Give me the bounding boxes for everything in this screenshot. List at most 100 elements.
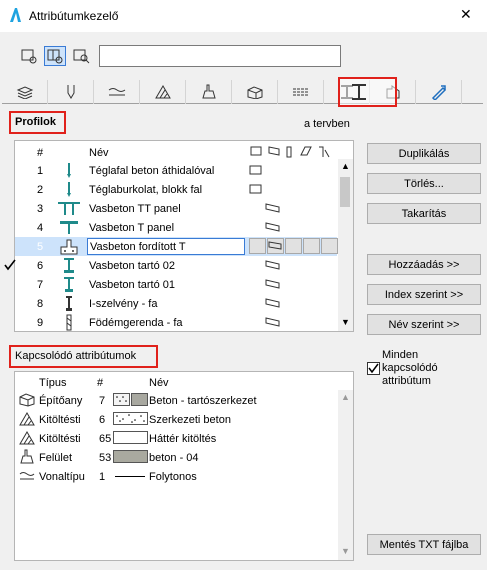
profile-name: Födémgerenda - fa <box>89 316 183 329</box>
delete-button[interactable]: Törlés... <box>367 173 481 194</box>
all-related-checkbox[interactable] <box>367 362 380 375</box>
attribute-name: Folytonos <box>149 470 197 483</box>
scroll-down-icon[interactable]: ▼ <box>341 317 350 327</box>
close-icon[interactable]: ✕ <box>460 6 472 23</box>
tab-zones[interactable] <box>278 80 324 104</box>
related-row[interactable]: Felület 53 beton - 04 <box>15 448 337 467</box>
surface-icon <box>201 84 216 99</box>
profile-name: Vasbeton tartó 01 <box>89 278 176 291</box>
search-input[interactable] <box>99 45 341 67</box>
tab-layers[interactable] <box>2 80 48 104</box>
in-plan-cell[interactable] <box>303 238 320 254</box>
attribute-type: Építőany <box>39 394 83 407</box>
scroll-up-icon[interactable]: ▲ <box>341 392 350 402</box>
scroll-down-icon[interactable]: ▼ <box>341 546 350 556</box>
row-number: 1 <box>37 164 44 177</box>
dots-pattern <box>116 396 127 402</box>
tab-fills[interactable] <box>140 80 186 104</box>
in-plan-cell[interactable] <box>249 238 266 254</box>
tab-line-types[interactable] <box>94 80 140 104</box>
attribute-name: Beton - tartószerkezet <box>149 394 257 407</box>
list-view-button[interactable] <box>18 46 40 66</box>
dots-pattern <box>116 414 145 423</box>
fill-icon <box>19 412 35 426</box>
profiles-scrollbar[interactable]: ▲ ▼ <box>338 159 353 331</box>
profile-row[interactable]: 1 Téglafal beton áthidalóval <box>15 161 337 180</box>
scroll-up-icon[interactable]: ▲ <box>341 161 350 171</box>
attribute-name: Háttér kitöltés <box>149 432 217 445</box>
column-header-num[interactable]: # <box>37 147 43 159</box>
profile-row-selected[interactable]: 5 Vasbeton fordított T <box>15 237 338 256</box>
attribute-number: 1 <box>99 470 106 483</box>
profile-shape-icon <box>66 314 72 331</box>
scroll-thumb[interactable] <box>340 177 350 207</box>
attribute-type: Kitöltésti <box>39 432 81 445</box>
attribute-type: Kitöltésti <box>39 413 81 426</box>
zone-icon <box>292 88 309 96</box>
cleanup-button[interactable]: Takarítás <box>367 203 481 224</box>
add-button[interactable]: Hozzáadás >> <box>367 254 481 275</box>
related-attributes-list[interactable]: Típus # Név Építőany 7 Beton - tartószer… <box>14 371 354 561</box>
surface-icon <box>20 449 34 464</box>
beam-element-icon <box>265 317 280 327</box>
profile-shape-icon <box>60 239 78 255</box>
profile-row[interactable]: 2 Téglaburkolat, blokk fal <box>15 180 337 199</box>
related-row[interactable]: Vonaltípu 1 Folytonos <box>15 467 337 486</box>
profile-shape-icon <box>60 221 78 234</box>
related-row[interactable]: Építőany 7 Beton - tartószerkezet <box>15 391 337 410</box>
attribute-name: Szerkezeti beton <box>149 413 231 426</box>
search-view-button[interactable] <box>70 46 92 66</box>
grid-view-icon <box>47 49 63 64</box>
profile-name: Téglaburkolat, blokk fal <box>89 183 203 196</box>
tab-surfaces[interactable] <box>186 80 232 104</box>
in-plan-element-icons <box>250 146 330 158</box>
profile-row[interactable]: 8 I-szelvény - fa <box>15 294 337 313</box>
in-plan-cell[interactable] <box>285 238 302 254</box>
grid-view-button[interactable] <box>44 46 66 66</box>
column-header-name[interactable]: Név <box>149 377 169 389</box>
fill-pattern-swatch <box>113 393 130 406</box>
all-related-label[interactable]: Minden kapcsolódó attribútum <box>382 349 472 388</box>
related-row[interactable]: Kitöltésti 6 Szerkezeti beton <box>15 410 337 429</box>
save-txt-button[interactable]: Mentés TXT fájlba <box>367 534 481 555</box>
profile-row[interactable]: 9 Födémgerenda - fa <box>15 313 337 332</box>
row-number: 6 <box>37 259 44 272</box>
column-header-name[interactable]: Név <box>89 147 109 159</box>
row-number: 9 <box>37 316 44 329</box>
profiles-list[interactable]: # Név 1 Téglafal beton áthidalóval 2 Tég… <box>4 140 354 333</box>
related-scrollbar[interactable]: ▲ ▼ <box>338 390 353 560</box>
in-plan-label: a tervben <box>304 118 350 130</box>
beam-element-icon <box>265 260 280 270</box>
tab-renovation[interactable] <box>416 80 462 104</box>
column-header-num[interactable]: # <box>97 377 103 389</box>
in-plan-cell[interactable] <box>267 238 284 254</box>
profile-shape-icon <box>64 258 74 273</box>
renovation-icon <box>431 85 446 100</box>
profile-shape-icon <box>66 296 72 311</box>
tab-pens[interactable] <box>48 80 94 104</box>
duplicate-button[interactable]: Duplikálás <box>367 143 481 164</box>
profiles-rows: 1 Téglafal beton áthidalóval 2 Téglaburk… <box>4 159 338 333</box>
beam-element-icon <box>268 241 282 250</box>
profile-row[interactable]: 3 Vasbeton TT panel <box>15 199 337 218</box>
archicad-app-icon <box>10 8 21 22</box>
profile-row[interactable]: 6 Vasbeton tartó 02 <box>4 256 337 275</box>
profile-tab-icon <box>352 84 366 100</box>
related-row[interactable]: Kitöltésti 65 Háttér kitöltés <box>15 429 337 448</box>
sort-by-name-button[interactable]: Név szerint >> <box>367 314 481 335</box>
profile-name-editor[interactable]: Vasbeton fordított T <box>87 238 245 255</box>
line-type-icon <box>108 88 125 96</box>
tab-building-materials[interactable] <box>232 80 278 104</box>
sort-by-index-button[interactable]: Index szerint >> <box>367 284 481 305</box>
column-header-type[interactable]: Típus <box>39 377 67 389</box>
profile-shape-icon <box>67 182 71 197</box>
wall-element-icon <box>249 165 262 175</box>
profile-row[interactable]: 4 Vasbeton T panel <box>15 218 337 237</box>
beam-element-icon <box>265 222 280 232</box>
attribute-type: Vonaltípu <box>39 470 85 483</box>
attribute-number: 6 <box>99 413 106 426</box>
profile-row[interactable]: 7 Vasbeton tartó 01 <box>15 275 337 294</box>
row-number: 7 <box>37 278 44 291</box>
in-plan-cell[interactable] <box>321 238 338 254</box>
profile-name: Téglafal beton áthidalóval <box>89 164 215 177</box>
